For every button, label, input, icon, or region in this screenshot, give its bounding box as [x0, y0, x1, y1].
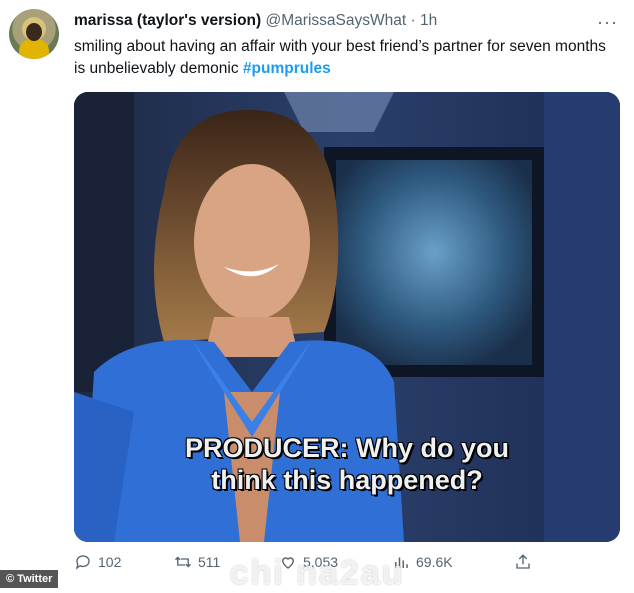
retweet-count: 511: [198, 554, 221, 570]
timestamp[interactable]: 1h: [420, 12, 437, 29]
avatar-face: [26, 23, 42, 41]
more-icon[interactable]: ···: [597, 12, 618, 33]
separator: ·: [410, 12, 416, 29]
share-button[interactable]: [514, 553, 532, 571]
like-count: 5,053: [303, 554, 339, 570]
reply-icon: [75, 555, 90, 570]
tweet-text: smiling about having an affair with your…: [74, 36, 614, 80]
tweet-header: marissa (taylor's version) @MarissaSaysW…: [74, 12, 437, 30]
handle[interactable]: @MarissaSaysWhat: [266, 12, 407, 29]
avatar-shirt: [19, 39, 49, 59]
display-name[interactable]: marissa (taylor's version): [74, 12, 261, 29]
views-count: 69.6K: [416, 554, 453, 570]
caption-line-1: PRODUCER: Why do you: [185, 433, 509, 463]
views-icon: [395, 557, 408, 568]
tweet-media[interactable]: PRODUCER: Why do you think this happened…: [74, 92, 620, 542]
hashtag-link[interactable]: #pumprules: [243, 60, 331, 77]
reply-count: 102: [98, 554, 122, 570]
retweet-button[interactable]: 511: [174, 553, 220, 571]
retweet-icon: [175, 556, 191, 568]
tweet: marissa (taylor's version) @MarissaSaysW…: [0, 0, 634, 592]
reply-button[interactable]: 102: [74, 553, 121, 571]
source-name: Twitter: [17, 573, 53, 585]
share-icon: [516, 554, 530, 569]
source-label: © Twitter: [0, 570, 59, 588]
tweet-body: smiling about having an affair with your…: [74, 38, 606, 77]
heart-icon: [282, 557, 294, 569]
views-button[interactable]: 69.6K: [392, 553, 453, 571]
like-button[interactable]: 5,053: [279, 553, 338, 571]
action-bar: 102 511 5,053 69.6K: [74, 553, 620, 579]
media-caption: PRODUCER: Why do you think this happened…: [74, 432, 620, 496]
caption-line-2: think this happened?: [211, 465, 483, 495]
avatar[interactable]: [9, 9, 59, 59]
